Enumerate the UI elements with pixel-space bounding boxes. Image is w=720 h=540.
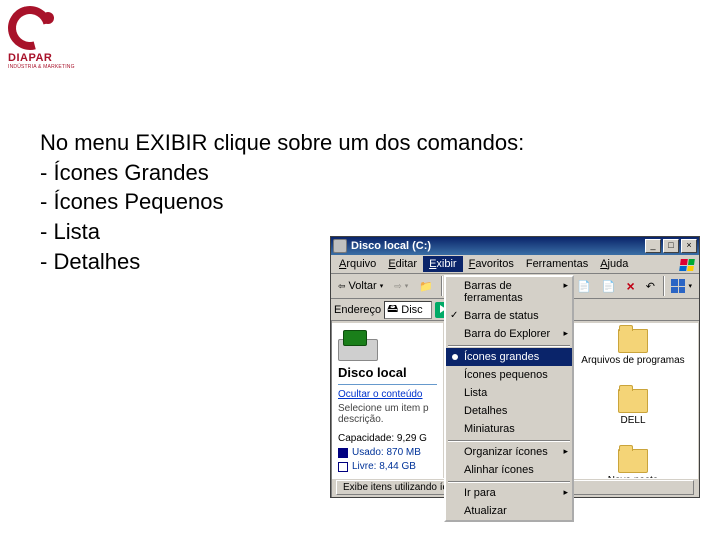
- select-item-text: Selecione um item p descrição.: [338, 403, 437, 425]
- instruction-heading: No menu EXIBIR clique sobre um dos coman…: [40, 128, 524, 158]
- menubar: Arquivo Editar Exibir Favoritos Ferramen…: [331, 255, 699, 274]
- titlebar[interactable]: Disco local (C:) _ □ ×: [331, 237, 699, 255]
- folder-icon: [618, 329, 648, 353]
- explorer-window: Disco local (C:) _ □ × Arquivo Editar Ex…: [330, 236, 700, 498]
- move-icon: 📄: [577, 280, 591, 293]
- free-row: Livre: 8,44 GB: [338, 461, 437, 472]
- free-swatch-icon: [338, 462, 348, 472]
- menu-icones-grandes[interactable]: Ícones grandes: [446, 348, 572, 366]
- capacity-label: Capacidade: 9,29 G: [338, 433, 437, 444]
- forward-button[interactable]: ⇨▾: [389, 278, 413, 295]
- address-input[interactable]: 🖴 Disc: [384, 301, 432, 319]
- undo-icon: ↶: [646, 280, 655, 293]
- folder-item[interactable]: Nova pasta: [572, 449, 694, 505]
- instruction-option-2: - Ícones Pequenos: [40, 187, 524, 217]
- menu-barra-explorer[interactable]: Barra do Explorer▸: [446, 325, 572, 343]
- menu-lista[interactable]: Lista: [446, 384, 572, 402]
- logo-tagline: INDÚSTRIA & MARKETING: [8, 64, 88, 70]
- back-button[interactable]: ⇦Voltar▾: [333, 277, 388, 295]
- logo-text: DIAPAR: [8, 52, 88, 64]
- up-button[interactable]: 📁: [414, 277, 438, 296]
- used-row: Usado: 870 MB: [338, 447, 437, 458]
- instruction-option-1: - Ícones Grandes: [40, 158, 524, 188]
- pane-title: Disco local: [338, 365, 437, 380]
- menu-miniaturas[interactable]: Miniaturas: [446, 420, 572, 438]
- views-button[interactable]: ▾: [666, 276, 697, 296]
- brand-logo: DIAPAR INDÚSTRIA & MARKETING: [8, 6, 88, 70]
- exibir-dropdown: Barras de ferramentas▸ ✓Barra de status …: [444, 275, 574, 522]
- views-icon: [671, 279, 685, 293]
- menu-alinhar-icones[interactable]: Alinhar ícones: [446, 461, 572, 479]
- menu-barra-status[interactable]: ✓Barra de status: [446, 307, 572, 325]
- windows-logo-icon: [677, 256, 697, 273]
- folder-icon: [618, 449, 648, 473]
- menu-atualizar[interactable]: Atualizar: [446, 502, 572, 520]
- logo-mark: [8, 6, 62, 50]
- drive-icon: [333, 239, 347, 253]
- menu-favoritos[interactable]: Favoritos: [463, 256, 520, 272]
- delete-icon: ×: [627, 278, 635, 294]
- folder-icon: [618, 389, 648, 413]
- menu-detalhes[interactable]: Detalhes: [446, 402, 572, 420]
- copy-icon: 📄: [602, 280, 616, 293]
- folder-item[interactable]: DELL: [572, 389, 694, 445]
- used-swatch-icon: [338, 448, 348, 458]
- info-pane: Disco local Ocultar o conteúdo Selecione…: [332, 323, 444, 478]
- menu-ferramentas[interactable]: Ferramentas: [520, 256, 594, 272]
- menu-ir-para[interactable]: Ir para▸: [446, 484, 572, 502]
- close-button[interactable]: ×: [681, 239, 697, 253]
- move-to-button[interactable]: 📄: [572, 277, 596, 296]
- address-label: Endereço: [334, 304, 381, 316]
- delete-button[interactable]: ×: [622, 275, 640, 297]
- menu-editar[interactable]: Editar: [382, 256, 423, 272]
- folder-up-icon: 📁: [419, 280, 433, 293]
- folder-item[interactable]: Arquivos de programas: [572, 329, 694, 385]
- menu-organizar-icones[interactable]: Organizar ícones▸: [446, 443, 572, 461]
- hide-contents-link[interactable]: Ocultar o conteúdo: [338, 389, 437, 400]
- drive-large-icon: [338, 329, 378, 361]
- maximize-button[interactable]: □: [663, 239, 679, 253]
- menu-icones-pequenos[interactable]: Ícones pequenos: [446, 366, 572, 384]
- undo-button[interactable]: ↶: [641, 277, 660, 296]
- menu-exibir[interactable]: Exibir: [423, 256, 463, 272]
- copy-to-button[interactable]: 📄: [597, 277, 621, 296]
- menu-arquivo[interactable]: Arquivo: [333, 256, 382, 272]
- menu-barras-ferramentas[interactable]: Barras de ferramentas▸: [446, 277, 572, 307]
- menu-ajuda[interactable]: Ajuda: [594, 256, 634, 272]
- minimize-button[interactable]: _: [645, 239, 661, 253]
- drive-small-icon: 🖴: [387, 300, 398, 319]
- window-title: Disco local (C:): [351, 240, 645, 252]
- radio-bullet-icon: [452, 354, 458, 360]
